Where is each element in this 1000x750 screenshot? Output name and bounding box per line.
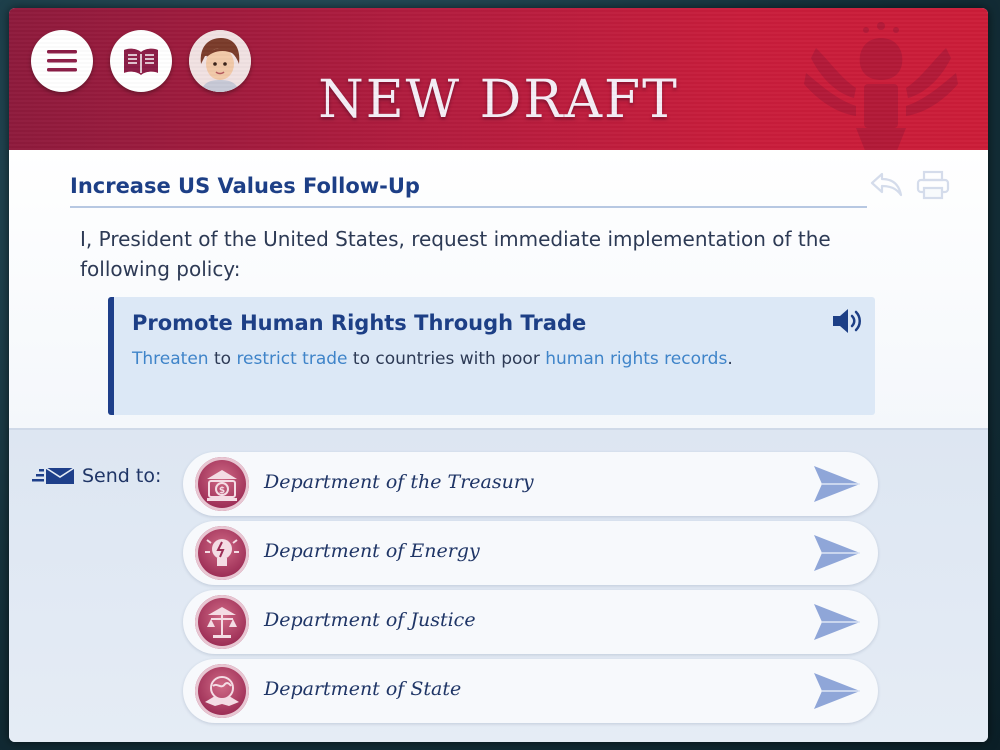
send-to-label: Send to:	[30, 465, 161, 487]
send-arrow-icon[interactable]	[812, 671, 862, 711]
send-to-text: Send to:	[82, 465, 162, 487]
draft-subject: Increase US Values Follow-Up	[70, 174, 420, 198]
send-area: Send to: $ Department of the Treasury De…	[9, 428, 988, 742]
policy-text-segment: .	[727, 349, 733, 369]
handshake-globe-icon	[195, 664, 249, 718]
draft-body: Increase US Values Follow-Up I, Presiden…	[9, 150, 988, 428]
policy-description: Threaten to restrict trade to countries …	[132, 349, 733, 369]
open-book-icon	[124, 48, 158, 75]
policy-keyword[interactable]: restrict trade	[236, 349, 347, 369]
department-name: Department of Energy	[264, 540, 480, 562]
policy-keyword[interactable]: human rights records	[545, 349, 727, 369]
draft-intro: I, President of the United States, reque…	[80, 227, 831, 281]
policy-title: Promote Human Rights Through Trade	[132, 311, 587, 335]
send-arrow-icon[interactable]	[812, 533, 862, 573]
subject-divider	[70, 206, 867, 208]
reply-icon[interactable]	[870, 170, 904, 198]
policy-card: Promote Human Rights Through Trade Threa…	[108, 297, 875, 415]
page-title: NEW DRAFT	[318, 70, 679, 130]
department-name: Department of Justice	[264, 609, 476, 631]
draft-panel: NEW DRAFT Increase US Values Follow-Up I…	[9, 8, 988, 742]
department-row-justice[interactable]: Department of Justice	[183, 590, 878, 654]
svg-text:$: $	[219, 486, 225, 496]
header: NEW DRAFT	[9, 8, 988, 150]
menu-button[interactable]	[31, 30, 93, 92]
bank-dollar-icon: $	[195, 457, 249, 511]
department-row-energy[interactable]: Department of Energy	[183, 521, 878, 585]
advisor-avatar-button[interactable]	[189, 30, 251, 92]
policy-keyword[interactable]: Threaten	[132, 349, 209, 369]
presidential-seal-icon	[804, 22, 958, 150]
guide-button[interactable]	[110, 30, 172, 92]
scales-icon	[195, 595, 249, 649]
department-name: Department of State	[264, 678, 462, 700]
send-arrow-icon[interactable]	[812, 464, 862, 504]
speaker-icon[interactable]	[831, 307, 865, 335]
send-arrow-icon[interactable]	[812, 602, 862, 642]
department-row-treasury[interactable]: $ Department of the Treasury	[183, 452, 878, 516]
advisor-avatar-icon	[189, 30, 251, 92]
policy-text-segment: to	[208, 349, 237, 369]
print-icon[interactable]	[916, 170, 950, 200]
department-name: Department of the Treasury	[264, 471, 534, 493]
lightbulb-icon	[195, 526, 249, 580]
send-mail-icon	[32, 467, 75, 484]
department-row-state[interactable]: Department of State	[183, 659, 878, 723]
policy-text-segment: to countries with poor	[347, 349, 546, 369]
hamburger-menu-icon	[47, 50, 77, 72]
